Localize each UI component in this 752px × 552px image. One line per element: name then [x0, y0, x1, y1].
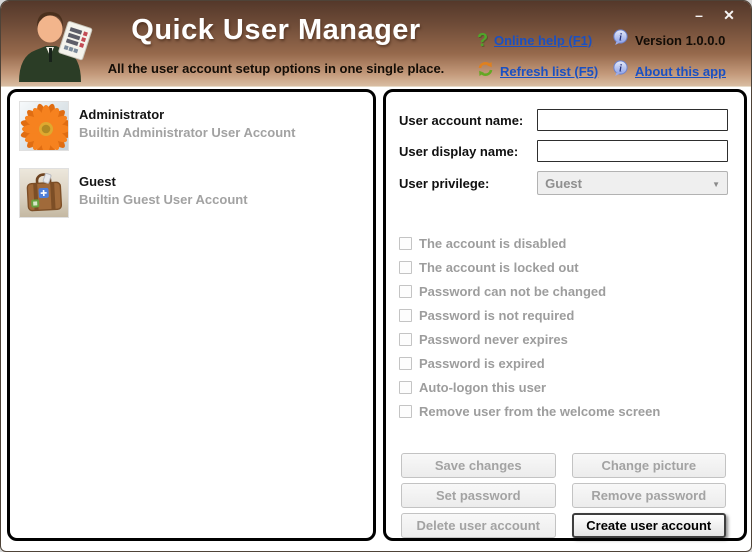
checkbox-box[interactable] [399, 236, 412, 250]
create-user-account-button[interactable]: Create user account [571, 513, 726, 538]
display-name-label: User display name: [399, 143, 519, 159]
change-picture-button[interactable]: Change picture [571, 453, 726, 478]
checkbox-password-expired[interactable]: Password is expired [399, 351, 728, 375]
refresh-icon [477, 61, 494, 82]
app-header: Quick User Manager All the user account … [1, 1, 751, 87]
svg-text:i: i [619, 32, 622, 43]
account-name-label: User account name: [399, 112, 524, 128]
online-help-link[interactable]: Online help (F1) [494, 33, 592, 48]
checkbox-password-not-required[interactable]: Password is not required [399, 303, 728, 327]
app-title: Quick User Manager [131, 14, 421, 46]
svg-text:i: i [619, 63, 622, 74]
checkbox-box[interactable] [399, 308, 412, 322]
checkbox-label: Password is not required [419, 307, 575, 323]
version-row: i Version 1.0.0.0 [612, 29, 726, 51]
set-password-button[interactable]: Set password [401, 483, 556, 508]
checkbox-label: Password never expires [419, 331, 568, 347]
checkbox-box[interactable] [399, 356, 412, 370]
display-name-input[interactable] [537, 140, 728, 162]
checkbox-account-locked-out[interactable]: The account is locked out [399, 255, 728, 279]
chevron-down-icon: ▼ [712, 180, 720, 189]
privilege-row: User privilege: Guest ▼ [399, 171, 728, 195]
checkbox-auto-logon[interactable]: Auto-logon this user [399, 375, 728, 399]
checkbox-label: Auto-logon this user [419, 379, 547, 395]
save-changes-button[interactable]: Save changes [401, 453, 556, 478]
action-buttons-grid: Save changes Change picture Set password… [399, 453, 728, 538]
close-button[interactable]: ✕ [719, 7, 739, 24]
user-description: Builtin Administrator User Account [79, 125, 296, 140]
checkbox-label: Password can not be changed [419, 283, 607, 299]
administrator-avatar [20, 102, 72, 155]
account-options-group: The account is disabled The account is l… [399, 231, 728, 423]
guest-avatar [20, 169, 68, 217]
checkbox-remove-from-welcome-screen[interactable]: Remove user from the welcome screen [399, 399, 728, 423]
delete-user-account-button[interactable]: Delete user account [401, 513, 556, 538]
user-name: Guest [79, 174, 116, 189]
help-question-icon: ? [477, 30, 488, 50]
checkbox-box[interactable] [399, 332, 412, 346]
display-name-row: User display name: [399, 140, 728, 162]
about-row: i About this app [612, 60, 726, 82]
user-list-panel: Administrator Builtin Administrator User… [7, 89, 376, 541]
checkbox-password-cannot-change[interactable]: Password can not be changed [399, 279, 728, 303]
checkbox-label: Remove user from the welcome screen [419, 403, 661, 419]
checkbox-box[interactable] [399, 284, 412, 298]
checkbox-label: The account is disabled [419, 235, 567, 251]
checkbox-label: Password is expired [419, 355, 545, 371]
checkbox-account-disabled[interactable]: The account is disabled [399, 231, 728, 255]
info-icon: i [612, 29, 629, 51]
minimize-button[interactable]: – [689, 7, 709, 23]
refresh-list-link[interactable]: Refresh list (F5) [500, 64, 598, 79]
user-list-item-guest[interactable]: Guest Builtin Guest User Account [16, 166, 367, 220]
remove-password-button[interactable]: Remove password [571, 483, 726, 508]
checkbox-password-never-expires[interactable]: Password never expires [399, 327, 728, 351]
privilege-label: User privilege: [399, 175, 490, 191]
user-name: Administrator [79, 107, 165, 122]
checkbox-box[interactable] [399, 380, 412, 394]
info-icon: i [612, 60, 629, 82]
privilege-selected-value: Guest [545, 175, 582, 191]
checkbox-box[interactable] [399, 260, 412, 274]
refresh-list-row: Refresh list (F5) [477, 61, 598, 82]
user-description: Builtin Guest User Account [79, 192, 248, 207]
about-link[interactable]: About this app [635, 64, 726, 79]
app-logo-icon [9, 4, 101, 87]
checkbox-label: The account is locked out [419, 259, 579, 275]
user-list-item-administrator[interactable]: Administrator Builtin Administrator User… [16, 99, 367, 155]
privilege-select[interactable]: Guest ▼ [537, 171, 728, 195]
account-name-row: User account name: [399, 109, 728, 131]
version-text: Version 1.0.0.0 [635, 32, 726, 48]
app-window: Quick User Manager All the user account … [0, 0, 752, 552]
account-form-panel: User account name: User display name: Us… [383, 89, 747, 541]
online-help-row: ? Online help (F1) [477, 31, 592, 49]
account-name-input[interactable] [537, 109, 728, 131]
app-subtitle: All the user account setup options in on… [107, 61, 445, 76]
checkbox-box[interactable] [399, 404, 412, 418]
